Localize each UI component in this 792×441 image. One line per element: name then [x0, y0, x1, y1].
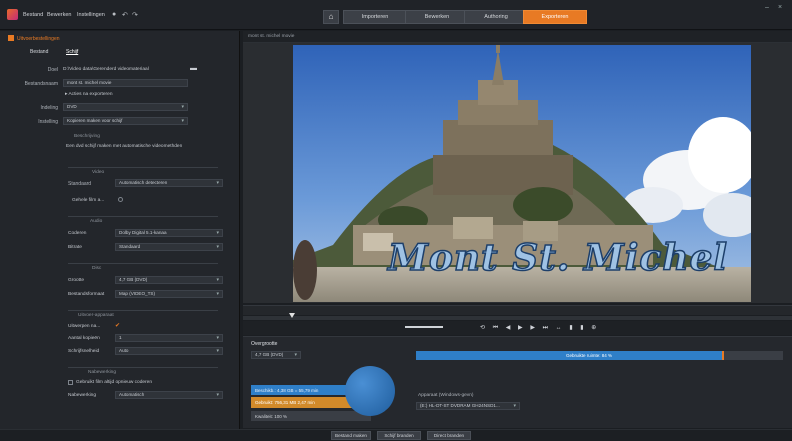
acties-expander[interactable]: ▸ Acties na exporteren	[65, 92, 112, 97]
tab-bewerken[interactable]: Bewerken	[405, 10, 469, 24]
instelling-label: Instelling	[38, 119, 58, 125]
timeline-scrubber[interactable]	[243, 316, 792, 320]
standaard-select[interactable]: Automatisch detecteren	[115, 179, 223, 187]
reencode-label: Gebruikt film altijd opnieuw coderen	[76, 380, 152, 385]
uitvoer-section-title: Uitvoer-apparaat	[78, 313, 114, 318]
gehele-label: Gehele film a...	[72, 198, 105, 203]
doel-label: Doel	[47, 67, 58, 73]
schijf-branden-button[interactable]: Schijf branden	[377, 431, 421, 440]
device-select[interactable]: (E:) HL-DT-ST DVDRAM GH24NSD1...	[416, 402, 520, 410]
schrijfsnelheid-label: Schrijfsnelheid	[68, 349, 100, 354]
capacity-label: Gebruikte ruimte: 84 %	[566, 353, 613, 358]
aantal-select[interactable]: 1	[115, 334, 223, 342]
disc-divider	[68, 263, 218, 264]
video-preview[interactable]: Mont St. Michel	[293, 45, 751, 302]
instelling-select[interactable]: Kopieren maken voor schijf	[63, 117, 188, 125]
jog-slider[interactable]	[405, 326, 443, 328]
bestandsformaat-select[interactable]: Map (VIDEO_TS)	[115, 290, 223, 298]
help-icon[interactable]: ●	[112, 11, 116, 18]
panel-heading: Uitvoerbestellingen	[17, 36, 60, 42]
bestand-maken-button[interactable]: Bestand maken	[331, 431, 371, 440]
subtab-schijf[interactable]: Schijf	[66, 49, 78, 55]
disc-size-select[interactable]: 4,7 GB (DVD)	[251, 351, 301, 359]
bestandsformaat-label: Bestandsformaat	[68, 292, 105, 297]
acties-label: Acties na exporteren	[68, 92, 113, 97]
schrijfsnelheid-select[interactable]: Auto	[115, 347, 223, 355]
usage-pie-chart	[345, 366, 395, 416]
reencode-checkbox[interactable]	[68, 380, 73, 385]
close-icon[interactable]: ×	[778, 4, 782, 11]
audio-divider	[68, 216, 218, 217]
nabewerking-section-title: Nabewerking	[88, 370, 116, 375]
grootte-label: Grootte	[68, 278, 84, 283]
audio-section-title: Audio	[90, 219, 103, 224]
beschrijving-title: Beschrijving	[74, 134, 100, 139]
bitrate-select[interactable]: Standaard	[115, 243, 223, 251]
kwaliteit-text: Kwaliteit: 100 %	[255, 414, 288, 419]
standaard-label: Standaard	[68, 181, 92, 187]
disc-section-title: Disc	[92, 266, 102, 271]
undo-icon[interactable]: ↶	[122, 11, 128, 19]
menu-instellingen[interactable]: Instellingen	[77, 12, 105, 18]
doel-path: D:\Video data\Gerenderd videomateriaal	[63, 67, 149, 72]
device-label: Apparaat (Windows-gevn)	[418, 393, 474, 398]
app-logo-icon	[7, 9, 18, 20]
tab-importeren[interactable]: Importeren	[343, 10, 407, 24]
preview-title: mont st. michel movie	[248, 34, 295, 39]
bestandsnaam-input[interactable]: mont st. michel movie	[63, 79, 188, 87]
nabewerking-label: Nabewerking	[68, 393, 96, 398]
folder-icon[interactable]: ▬	[190, 65, 197, 72]
gehele-toggle[interactable]	[118, 197, 123, 202]
video-title-overlay: Mont St. Michel	[387, 236, 729, 280]
indeling-label: Indeling	[40, 105, 58, 111]
preview-header	[243, 31, 792, 43]
video-divider	[68, 167, 218, 168]
capacity-bar-track: Gebruikte ruimte: 84 %	[416, 351, 783, 360]
bestandsnaam-label: Bestandsnaam	[24, 81, 58, 87]
coderen-select[interactable]: Dolby Digital 5.1-kanaa	[115, 229, 223, 237]
timeline-ruler[interactable]	[243, 305, 792, 315]
indeling-select[interactable]: DVD	[63, 103, 188, 111]
home-button[interactable]: ⌂	[323, 10, 339, 24]
uitvoer-divider	[68, 310, 218, 311]
uitwerpen-label: Uitwerpen na...	[68, 324, 101, 329]
redo-icon[interactable]: ↷	[132, 11, 138, 19]
gebruikt-text: Gebruikt: 756,31 MB 2,47 min	[255, 400, 315, 405]
coderen-label: Coderen	[68, 231, 87, 236]
nabewerking-divider	[68, 367, 218, 368]
aantal-label: Aantal kopieën	[68, 336, 100, 341]
nabewerking-select[interactable]: Automatisch	[115, 391, 223, 399]
tab-authoring[interactable]: Authoring	[464, 10, 528, 24]
beschrijving-text: Een dvd schijf maken met automatische vi…	[66, 144, 183, 149]
playback-controls[interactable]: ⟲ ⏮ ◀ ▶ ▶ ⏭ ↔ ▮ ▮ ⊕	[480, 324, 599, 332]
grootte-select[interactable]: 4,7 GB (DVD)	[115, 276, 223, 284]
beschikb-text: Beschikb.: 4,38 GB = 55,79 min	[255, 388, 319, 393]
uitwerpen-checkbox[interactable]: ✔	[115, 322, 120, 329]
minimize-icon[interactable]: –	[765, 4, 769, 11]
playhead-icon[interactable]	[289, 313, 295, 318]
disc-usage-heading: Overgrootte	[251, 341, 278, 347]
menu-bewerken[interactable]: Bewerken	[47, 12, 71, 18]
bitrate-label: Bitrate	[68, 245, 82, 250]
video-section-title: Video	[92, 170, 105, 175]
settings-icon	[8, 35, 14, 41]
subtab-bestand[interactable]: Bestand	[30, 49, 48, 55]
menu-bestand[interactable]: Bestand	[23, 12, 43, 18]
tab-exporteren[interactable]: Exporteren	[523, 10, 587, 24]
direct-branden-button[interactable]: Direct branden	[427, 431, 471, 440]
